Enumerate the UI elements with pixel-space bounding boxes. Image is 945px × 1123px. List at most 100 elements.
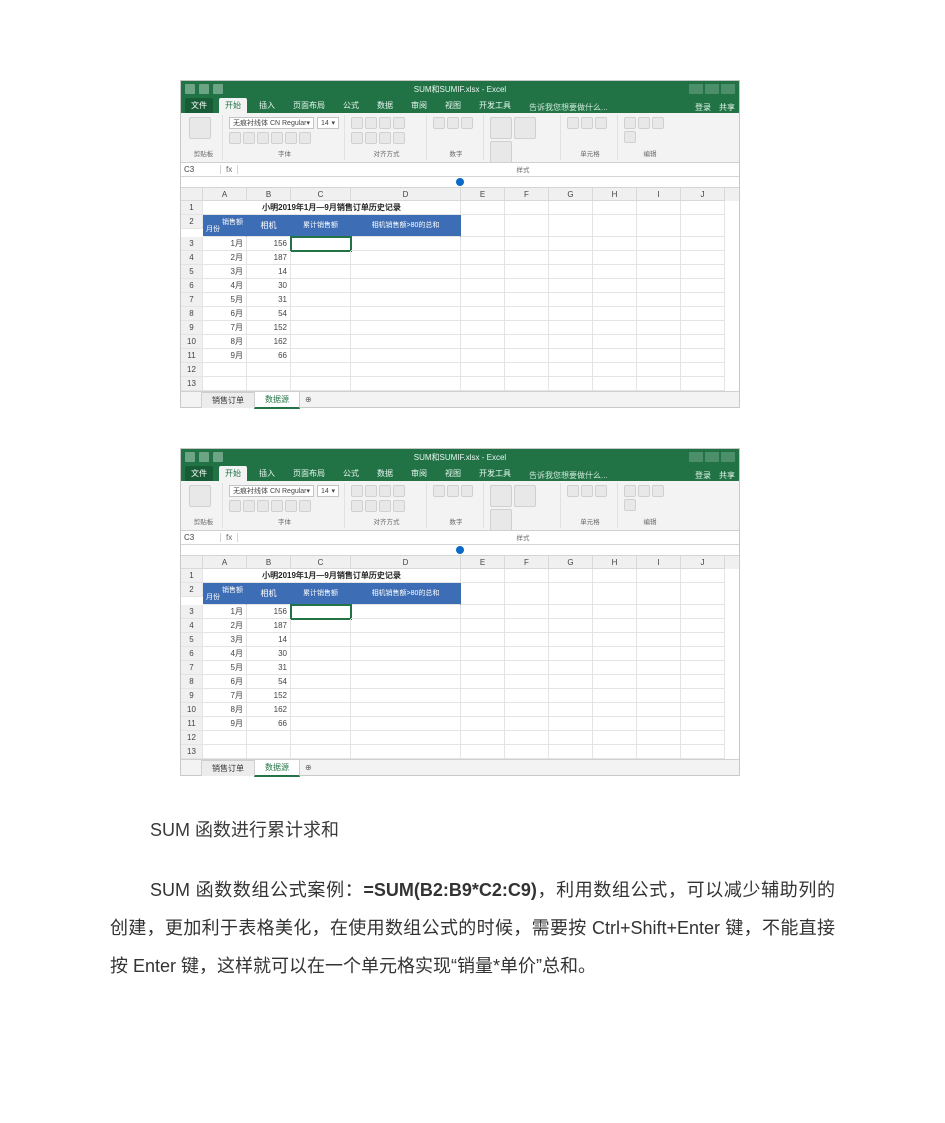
cell[interactable] — [351, 731, 461, 745]
border-icon[interactable] — [271, 132, 283, 144]
cell-value[interactable]: 152 — [247, 689, 291, 703]
cell[interactable] — [461, 215, 505, 237]
cell[interactable] — [681, 647, 725, 661]
cell-value[interactable]: 162 — [247, 335, 291, 349]
row-head[interactable]: 12 — [181, 363, 203, 377]
row-head[interactable]: 13 — [181, 745, 203, 759]
conditional-format-icon[interactable] — [490, 485, 512, 507]
cell[interactable] — [549, 703, 593, 717]
cell[interactable] — [549, 321, 593, 335]
cell[interactable] — [291, 689, 351, 703]
tab-devtools[interactable]: 开发工具 — [473, 98, 517, 113]
cell[interactable] — [291, 377, 351, 391]
insert-cells-icon[interactable] — [567, 117, 579, 129]
cell[interactable] — [593, 201, 637, 215]
paste-icon[interactable] — [189, 485, 211, 507]
find-select-icon[interactable] — [624, 131, 636, 143]
col-G[interactable]: G — [549, 188, 593, 201]
table-title-cell[interactable]: 小明2019年1月—9月销售订单历史记录 — [203, 201, 461, 215]
cell[interactable] — [593, 745, 637, 759]
cell[interactable] — [505, 251, 549, 265]
align-left-icon[interactable] — [351, 132, 363, 144]
cell[interactable] — [461, 731, 505, 745]
row-head[interactable]: 2 — [181, 215, 203, 229]
row-head[interactable]: 12 — [181, 731, 203, 745]
cell[interactable] — [549, 605, 593, 619]
cell[interactable] — [593, 377, 637, 391]
cell[interactable] — [549, 675, 593, 689]
col-E[interactable]: E — [461, 556, 505, 569]
format-cells-icon[interactable] — [595, 485, 607, 497]
cell[interactable] — [505, 745, 549, 759]
cell[interactable] — [505, 605, 549, 619]
cell[interactable] — [637, 265, 681, 279]
row-head[interactable]: 8 — [181, 307, 203, 321]
cell-value[interactable]: 30 — [247, 279, 291, 293]
format-table-icon[interactable] — [514, 485, 536, 507]
cell[interactable] — [593, 321, 637, 335]
cell-month[interactable]: 9月 — [203, 717, 247, 731]
name-box[interactable]: C3 — [181, 533, 221, 542]
tab-home[interactable]: 开始 — [219, 98, 247, 113]
col-D[interactable]: D — [351, 188, 461, 201]
cell[interactable] — [681, 717, 725, 731]
cell[interactable] — [291, 647, 351, 661]
tab-layout[interactable]: 页面布局 — [287, 466, 331, 481]
save-icon[interactable] — [185, 452, 195, 462]
cell[interactable] — [681, 689, 725, 703]
cell[interactable] — [461, 363, 505, 377]
font-size-combo[interactable]: 14▾ — [317, 117, 339, 129]
cell[interactable] — [681, 279, 725, 293]
select-all-corner[interactable] — [181, 188, 203, 201]
cell[interactable] — [637, 703, 681, 717]
tab-layout[interactable]: 页面布局 — [287, 98, 331, 113]
select-all-corner[interactable] — [181, 556, 203, 569]
row-head[interactable]: 1 — [181, 569, 203, 583]
fx-icon[interactable]: fx — [221, 165, 238, 174]
font-color-icon[interactable] — [299, 132, 311, 144]
cell[interactable] — [351, 363, 461, 377]
tab-formulas[interactable]: 公式 — [337, 466, 365, 481]
cell[interactable] — [291, 335, 351, 349]
cell[interactable] — [549, 661, 593, 675]
delete-cells-icon[interactable] — [581, 117, 593, 129]
cell[interactable] — [505, 619, 549, 633]
cell-month[interactable]: 2月 — [203, 619, 247, 633]
cell[interactable] — [461, 717, 505, 731]
cell[interactable] — [593, 647, 637, 661]
cell[interactable] — [461, 605, 505, 619]
cell[interactable] — [351, 307, 461, 321]
cell[interactable] — [351, 619, 461, 633]
cell[interactable] — [593, 363, 637, 377]
underline-icon[interactable] — [257, 500, 269, 512]
cell-value[interactable]: 54 — [247, 675, 291, 689]
cell[interactable] — [505, 583, 549, 605]
cell[interactable] — [549, 647, 593, 661]
col-C[interactable]: C — [291, 188, 351, 201]
cell[interactable] — [291, 717, 351, 731]
cell[interactable] — [351, 661, 461, 675]
cell[interactable] — [637, 689, 681, 703]
cell[interactable] — [351, 251, 461, 265]
row-head[interactable]: 6 — [181, 279, 203, 293]
cell-styles-icon[interactable] — [490, 141, 512, 163]
col-I[interactable]: I — [637, 188, 681, 201]
cell[interactable] — [549, 619, 593, 633]
cell[interactable] — [681, 265, 725, 279]
tab-view[interactable]: 视图 — [439, 98, 467, 113]
cell[interactable] — [637, 675, 681, 689]
tell-me-search[interactable]: 告诉我您想要做什么... — [529, 102, 608, 113]
maximize-button[interactable] — [705, 84, 719, 94]
cell[interactable] — [247, 377, 291, 391]
cell[interactable] — [593, 675, 637, 689]
cell-value[interactable]: 54 — [247, 307, 291, 321]
cell[interactable] — [637, 619, 681, 633]
share-button[interactable]: 共享 — [719, 102, 735, 113]
align-top-icon[interactable] — [351, 117, 363, 129]
redo-icon[interactable] — [213, 452, 223, 462]
cell[interactable] — [505, 321, 549, 335]
merge-icon[interactable] — [393, 500, 405, 512]
cell[interactable] — [203, 363, 247, 377]
cell-value[interactable]: 14 — [247, 265, 291, 279]
header-cell-camera[interactable]: 相机 — [247, 215, 291, 237]
